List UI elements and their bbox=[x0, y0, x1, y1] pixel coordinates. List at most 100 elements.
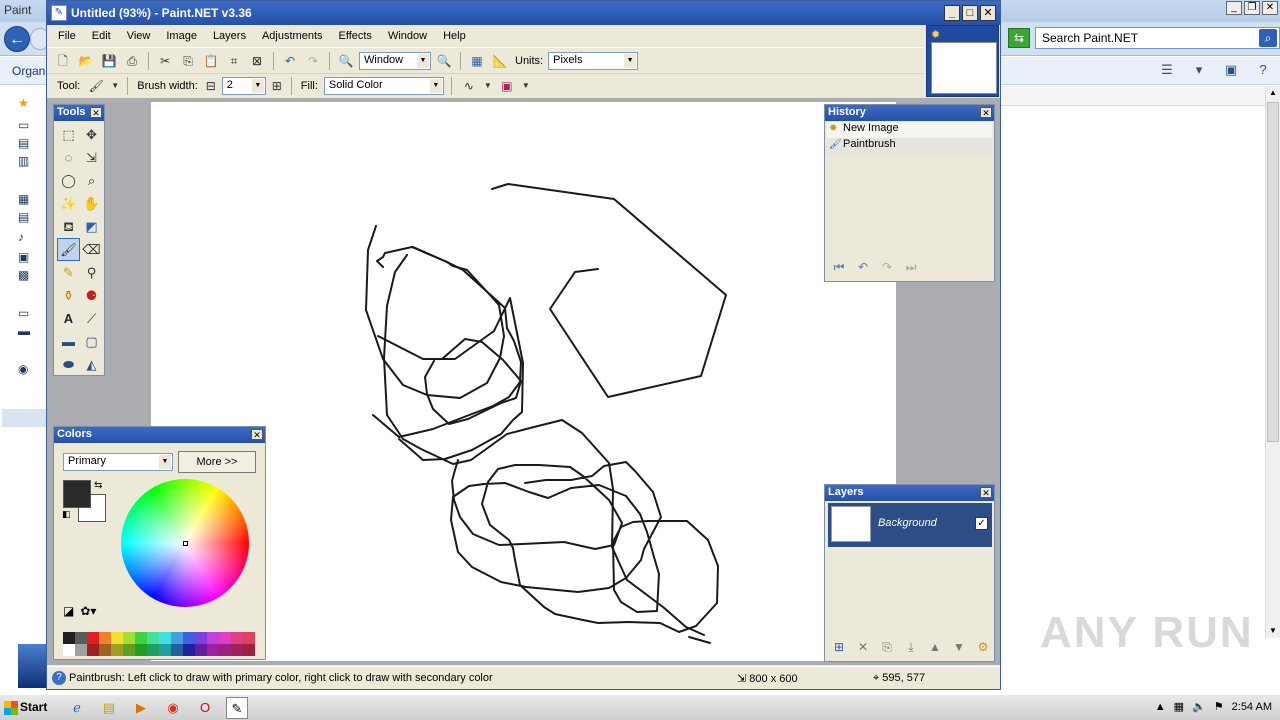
rectangle-select-tool-icon[interactable]: ⬚ bbox=[57, 123, 80, 146]
palette-swatch[interactable] bbox=[135, 632, 147, 644]
move-selection-outline-tool-icon[interactable]: ⇲ bbox=[80, 146, 103, 169]
lasso-select-tool-icon[interactable]: ◌ bbox=[57, 146, 80, 169]
color-picker-tool-icon[interactable]: ⚲ bbox=[80, 261, 103, 284]
print-icon[interactable]: ⎙ bbox=[122, 51, 142, 71]
rewind-icon[interactable]: ⏮ bbox=[831, 260, 847, 275]
palette-swatch[interactable] bbox=[147, 632, 159, 644]
history-item[interactable]: 🖌 Paintbrush bbox=[827, 138, 992, 154]
action-center-flag-icon[interactable]: ⚑ bbox=[1214, 700, 1224, 713]
volume-icon[interactable]: 🔈 bbox=[1192, 700, 1206, 713]
color-palette[interactable] bbox=[63, 632, 255, 656]
more-colors-button[interactable]: More >> bbox=[178, 451, 256, 473]
merge-layer-down-icon[interactable]: ⤓ bbox=[903, 640, 919, 655]
palette-swatch[interactable] bbox=[183, 644, 195, 656]
fill-combo[interactable]: Solid Color bbox=[323, 76, 444, 95]
file-thumbnail[interactable] bbox=[18, 644, 46, 688]
close-icon[interactable]: ✕ bbox=[251, 429, 263, 440]
pictures-icon[interactable]: ▣ bbox=[18, 250, 44, 266]
increase-width-icon[interactable]: ⊞ bbox=[270, 76, 284, 96]
documents-icon[interactable]: ▤ bbox=[18, 210, 44, 226]
palette-swatch[interactable] bbox=[159, 644, 171, 656]
save-icon[interactable]: 💾 bbox=[99, 51, 119, 71]
palette-swatch[interactable] bbox=[135, 644, 147, 656]
palette-swatch[interactable] bbox=[111, 644, 123, 656]
palette-swatch[interactable] bbox=[123, 632, 135, 644]
search-input[interactable]: Search Paint.NET ⌕ bbox=[1035, 27, 1280, 49]
deselect-icon[interactable]: ⊠ bbox=[247, 51, 267, 71]
ellipse-tool-icon[interactable]: ⬬ bbox=[57, 353, 80, 376]
cut-icon[interactable]: ✂ bbox=[155, 51, 175, 71]
swap-colors-icon[interactable]: ⇆ bbox=[94, 480, 102, 491]
palette-swatch[interactable] bbox=[75, 632, 87, 644]
close-icon[interactable]: ✕ bbox=[980, 107, 992, 118]
desktop-icon[interactable]: ▭ bbox=[18, 118, 44, 134]
palette-swatch[interactable] bbox=[87, 644, 99, 656]
favorites-star-icon[interactable]: ★ bbox=[18, 96, 44, 112]
pencil-tool-icon[interactable]: ✎ bbox=[57, 261, 80, 284]
redo-icon[interactable]: ↷ bbox=[879, 260, 895, 275]
blend-mode-icon[interactable]: ▣ bbox=[497, 76, 517, 96]
decrease-width-icon[interactable]: ⊟ bbox=[204, 76, 218, 96]
scroll-up-icon[interactable]: ▲ bbox=[1266, 86, 1280, 100]
menu-view[interactable]: View bbox=[119, 30, 159, 42]
layer-visibility-checkbox[interactable]: ✓ bbox=[975, 517, 988, 530]
palette-swatch[interactable] bbox=[195, 632, 207, 644]
move-layer-down-icon[interactable]: ▼ bbox=[951, 640, 967, 655]
menu-layers[interactable]: Layers bbox=[205, 30, 254, 42]
line-curve-tool-icon[interactable]: ⟋ bbox=[80, 307, 103, 330]
palette-swatch[interactable] bbox=[219, 644, 231, 656]
palette-swatch[interactable] bbox=[243, 632, 255, 644]
layer-item[interactable]: Background ✓ bbox=[828, 503, 992, 547]
recent-places-icon[interactable]: ▥ bbox=[18, 154, 44, 170]
palette-menu-icon[interactable]: ✿▾ bbox=[80, 604, 96, 618]
delete-layer-icon[interactable]: ✕ bbox=[855, 640, 871, 655]
zoom-in-icon[interactable]: 🔍 bbox=[434, 51, 454, 71]
close-button[interactable]: ✕ bbox=[980, 5, 996, 21]
chevron-down-icon[interactable]: ▾ bbox=[1190, 62, 1208, 78]
menu-effects[interactable]: Effects bbox=[331, 30, 380, 42]
organize-button[interactable]: Organi bbox=[12, 64, 48, 78]
palette-swatch[interactable] bbox=[123, 644, 135, 656]
palette-swatch[interactable] bbox=[219, 632, 231, 644]
rulers-icon[interactable]: 📐 bbox=[490, 51, 510, 71]
minimize-button[interactable]: _ bbox=[944, 5, 960, 21]
scroll-thumb[interactable] bbox=[1267, 102, 1279, 442]
copy-icon[interactable]: ⎘ bbox=[178, 51, 198, 71]
palette-swatch[interactable] bbox=[207, 632, 219, 644]
refresh-icon[interactable]: ⇆ bbox=[1008, 28, 1030, 48]
menu-adjustments[interactable]: Adjustments bbox=[254, 30, 331, 42]
media-player-icon[interactable]: ▶ bbox=[130, 697, 152, 719]
back-icon[interactable]: ← bbox=[4, 26, 30, 52]
videos-icon[interactable]: ▩ bbox=[18, 268, 44, 284]
chrome-icon[interactable]: ◉ bbox=[162, 697, 184, 719]
maximize-button[interactable]: ❐ bbox=[1244, 1, 1260, 15]
maximize-button[interactable]: □ bbox=[962, 5, 978, 21]
primary-color-swatch[interactable] bbox=[63, 480, 91, 508]
tray-expand-icon[interactable]: ▲ bbox=[1155, 701, 1166, 713]
magic-wand-tool-icon[interactable]: ✨ bbox=[57, 192, 80, 215]
undo-icon[interactable]: ↶ bbox=[280, 51, 300, 71]
network-icon[interactable]: ◉ bbox=[18, 362, 44, 378]
network-icon[interactable]: ▦ bbox=[1174, 700, 1184, 713]
menu-help[interactable]: Help bbox=[435, 30, 474, 42]
eraser-tool-icon[interactable]: ⌫ bbox=[80, 238, 103, 261]
palette-swatch[interactable] bbox=[183, 632, 195, 644]
palette-swatch[interactable] bbox=[207, 644, 219, 656]
vertical-scrollbar[interactable]: ▲ ▼ bbox=[1265, 86, 1280, 638]
close-icon[interactable]: ✕ bbox=[90, 107, 102, 118]
minimize-button[interactable]: _ bbox=[1226, 1, 1242, 15]
brush-width-combo[interactable]: 2 bbox=[221, 76, 266, 95]
crop-icon[interactable]: ⌗ bbox=[224, 51, 244, 71]
libraries-icon[interactable]: ▦ bbox=[18, 192, 44, 208]
help-icon[interactable]: ? bbox=[1254, 62, 1272, 78]
paint-bucket-tool-icon[interactable]: ⛾ bbox=[57, 215, 80, 238]
menu-window[interactable]: Window bbox=[380, 30, 435, 42]
paintbrush-tool-icon[interactable]: 🖌 bbox=[57, 238, 80, 261]
zoom-out-icon[interactable]: 🔍 bbox=[336, 51, 356, 71]
palette-swatch[interactable] bbox=[63, 644, 75, 656]
chevron-down-icon[interactable]: ▼ bbox=[521, 76, 531, 96]
menu-file[interactable]: File bbox=[50, 30, 84, 42]
open-file-icon[interactable]: 📂 bbox=[76, 51, 96, 71]
palette-swatch[interactable] bbox=[99, 644, 111, 656]
duplicate-layer-icon[interactable]: ⎘ bbox=[879, 640, 895, 655]
